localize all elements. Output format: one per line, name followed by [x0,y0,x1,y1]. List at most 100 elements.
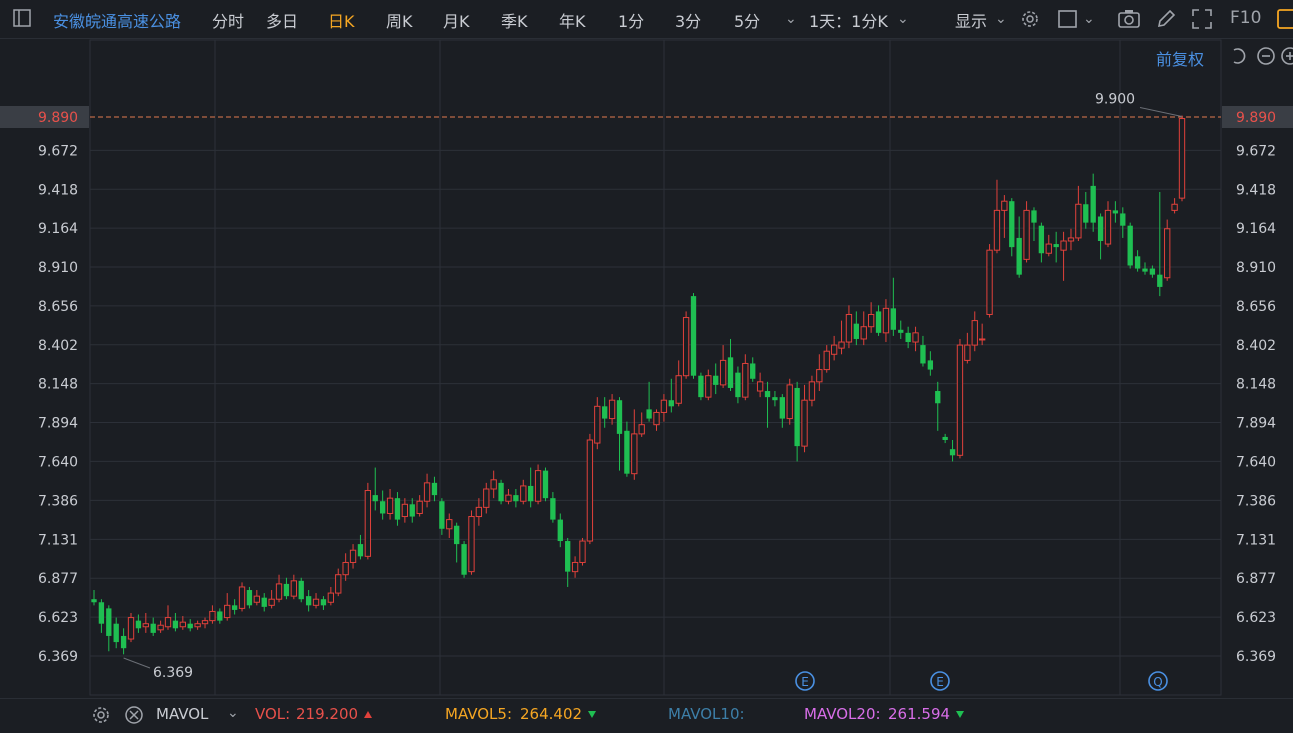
candle-body [379,501,386,514]
indicator-settings-icon[interactable] [90,704,112,730]
panel-toggle-icon[interactable] [1277,8,1293,35]
candle-body [1060,240,1067,251]
sidebar-toggle-icon[interactable] [12,8,32,33]
adjust-mode-label[interactable]: 前复权 [1156,46,1204,70]
indicator-name[interactable]: MAVOL [156,705,208,723]
tab-yearly-k[interactable]: 年K [559,8,586,32]
candle-body [157,624,164,631]
tab-monthly-k[interactable]: 月K [443,8,470,32]
candle-body [1009,201,1015,248]
candle-body [971,320,978,346]
fullscreen-icon[interactable] [1191,8,1213,35]
candle-body [602,406,608,419]
tab-1min[interactable]: 1分 [618,8,644,32]
mavol5-value: 264.402 [520,705,597,723]
candle-body [490,479,497,490]
tab-weekly-k[interactable]: 周K [386,8,413,32]
f10-button[interactable]: F10 [1230,8,1261,28]
price-tick-label: 8.402 [1236,338,1276,354]
price-tick-label: 7.386 [38,493,78,509]
candle-body [290,580,298,597]
candle-body [964,344,971,361]
candle-body [713,375,719,385]
candle-body [349,549,357,563]
price-tick-label: 7.894 [38,416,78,432]
candle-body [1083,204,1089,223]
chevron-down-icon[interactable]: ⌄ [995,9,1007,29]
candle-body [608,399,616,420]
candlestick-chart[interactable]: 9.672 9.418 9.164 8.910 8.656 8.402 8.148 7.894… [0,38,1293,698]
chevron-down-icon[interactable]: ⌄ [1083,9,1095,29]
high-price-label: 9.900 [1095,91,1135,107]
candle-body [830,344,838,355]
stock-name[interactable]: 安徽皖通高速公路 [53,8,181,32]
camera-icon[interactable] [1117,8,1141,35]
candle-body [113,623,119,643]
candle-body [786,384,793,420]
candle-body [860,326,867,340]
candle-body [764,391,771,398]
price-tick-label: 9.418 [1236,182,1276,198]
up-triangle-icon [364,711,373,718]
candle-body [439,501,445,529]
price-tick-label: 7.131 [1236,532,1276,548]
candle-body [1104,209,1112,245]
undo-icon[interactable] [1228,46,1248,70]
gear-icon[interactable] [1019,8,1041,35]
candle-body [772,397,778,401]
zoom-in-icon[interactable] [1280,46,1293,70]
vol-value: 219.200 [296,705,373,723]
tab-3min[interactable]: 3分 [675,8,701,32]
candle-body [1164,228,1171,279]
period-select[interactable]: 1天：1分K [809,8,888,32]
display-menu[interactable]: 显示 [955,8,987,32]
mavol10-label: MAVOL10: [668,705,745,723]
candle-body [135,620,142,629]
candle-body [468,516,475,573]
pencil-icon[interactable] [1155,8,1177,35]
candle-body [898,329,904,333]
layout-square-icon[interactable] [1057,8,1079,35]
candle-body [305,596,312,606]
candle-body [283,583,290,597]
candle-body [646,409,652,419]
close-indicator-icon[interactable] [123,704,145,730]
candle-body [409,504,415,517]
candle-body [750,363,756,379]
mavol5-label: MAVOL5: [445,705,513,723]
price-tick-label: 6.369 [38,649,78,665]
price-tick-label: 6.623 [38,610,78,626]
chevron-down-icon[interactable]: ⌄ [227,705,239,721]
candle-body [201,620,209,625]
candle-body [1090,185,1096,223]
candle-body [534,470,542,502]
candle-body [164,617,172,628]
candle-body [91,599,97,603]
tab-5min[interactable]: 5分 [734,8,760,32]
candle-body [682,317,690,377]
price-tick-label: 8.910 [38,260,78,276]
candle-body [298,580,304,600]
tab-quarterly-k[interactable]: 季K [501,8,528,32]
price-tick-label: 7.131 [38,532,78,548]
candle-body [794,387,800,447]
candle-body [853,323,860,339]
chevron-down-icon[interactable]: ⌄ [897,9,909,29]
price-tick-label: 9.672 [38,143,78,159]
candle-body [579,540,586,563]
tab-multiday[interactable]: 多日 [266,8,298,32]
vol-label: VOL: [255,705,291,723]
candle-body [342,561,349,576]
tab-intraday[interactable]: 分时 [212,8,244,32]
candle-body [816,369,823,383]
candle-body [416,500,423,514]
zoom-out-icon[interactable] [1256,46,1276,70]
chevron-down-icon[interactable]: ⌄ [785,9,797,29]
price-tick-label: 6.369 [1236,649,1276,665]
candle-body [372,495,378,502]
candle-body [823,350,830,371]
candle-body [475,506,483,518]
candle-body [1171,203,1178,211]
tab-daily-k[interactable]: 日K [328,8,355,32]
candle-body [1045,243,1052,254]
